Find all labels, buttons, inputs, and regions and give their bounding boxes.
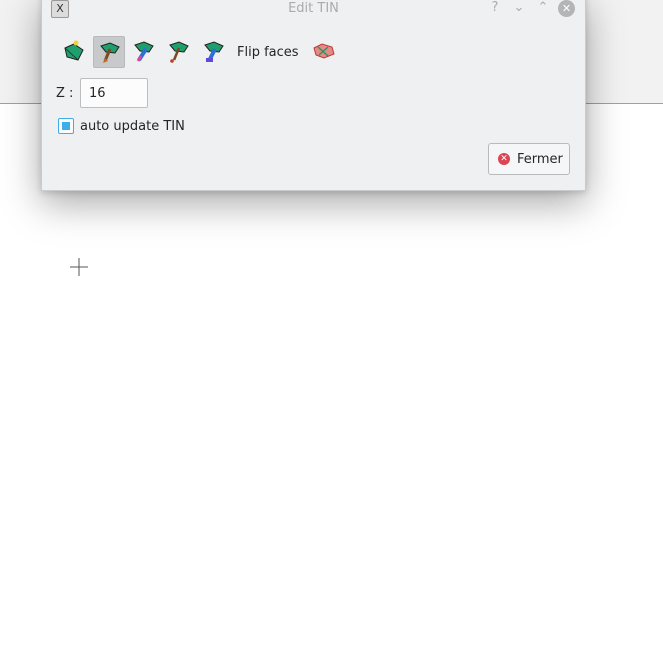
edit-tin-dialog: X Edit TIN ? ⌄ ⌃ ✕ Flip faces Z: 16 aut… bbox=[41, 0, 586, 191]
fermer-button[interactable]: ✕ Fermer bbox=[488, 143, 570, 175]
checkbox-checked-indicator bbox=[62, 122, 70, 130]
maximize-button[interactable]: ⌃ bbox=[534, 0, 552, 17]
move-vertex-tool[interactable] bbox=[93, 36, 125, 68]
help-button[interactable]: ? bbox=[486, 0, 504, 17]
delete-vertex-tool[interactable] bbox=[163, 36, 195, 68]
move-vertex-icon bbox=[100, 42, 120, 63]
add-vertex-tool[interactable] bbox=[58, 36, 90, 68]
delete-vertex-icon bbox=[169, 41, 189, 63]
z-label: Z : bbox=[56, 86, 74, 101]
close-circle-icon: ✕ bbox=[498, 153, 510, 165]
remove-faces-icon bbox=[313, 43, 335, 59]
add-vertex-icon bbox=[64, 40, 84, 61]
pick-vertex-tool[interactable] bbox=[198, 36, 230, 68]
title-bar[interactable]: X Edit TIN ? ⌄ ⌃ ✕ bbox=[42, 0, 585, 21]
auto-update-label[interactable]: auto update TIN bbox=[80, 119, 185, 134]
fermer-button-label: Fermer bbox=[517, 152, 563, 167]
flip-faces-button[interactable]: Flip faces bbox=[237, 45, 299, 60]
auto-update-checkbox[interactable] bbox=[58, 118, 74, 134]
crosshair-cursor-icon bbox=[70, 258, 88, 276]
tin-toolbar: Flip faces bbox=[58, 36, 358, 68]
z-input[interactable] bbox=[80, 78, 148, 108]
pick-vertex-icon bbox=[204, 41, 224, 62]
close-window-button[interactable]: ✕ bbox=[558, 0, 575, 17]
edit-vertex-tool[interactable] bbox=[128, 36, 160, 68]
remove-faces-tool[interactable] bbox=[308, 36, 340, 68]
edit-vertex-icon bbox=[134, 41, 154, 62]
minimize-button[interactable]: ⌄ bbox=[510, 0, 528, 17]
